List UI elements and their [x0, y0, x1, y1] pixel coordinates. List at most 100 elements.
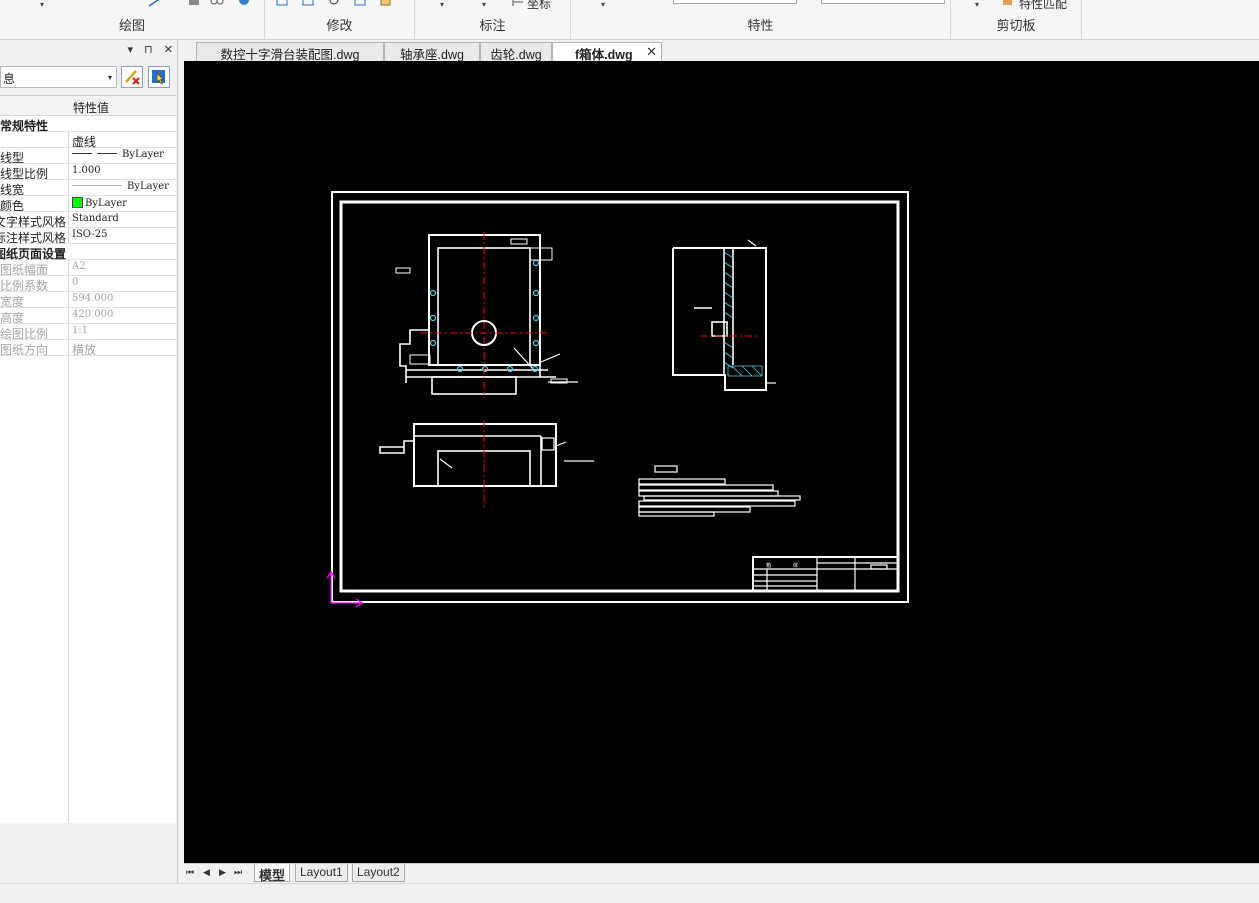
copy-tool-icon[interactable] [301, 0, 315, 7]
prev-layout-icon[interactable]: ◀ [203, 867, 210, 878]
title-block-name-a: 箱 [766, 562, 771, 569]
panel-close-icon[interactable]: ✕ [164, 44, 173, 56]
linetype-preview-icon [72, 153, 92, 154]
document-tabs: 数控十字滑台装配图.dwg 轴承座.dwg 齿轮.dwg f箱体.dwg ✕ [184, 40, 1259, 62]
property-value-text: ISO-25 [72, 229, 108, 240]
drawing-svg: 箱 体 [326, 191, 909, 608]
dimension-dropdown-arrow[interactable]: ▾ [440, 0, 444, 9]
tab-doc-bearing[interactable]: 轴承座.dwg [384, 42, 480, 62]
layout-tab-bar: ⏮ ◀ ▶ ⏭ 模型 Layout1 Layout2 [184, 863, 1259, 883]
match-properties-icon[interactable] [1001, 0, 1015, 7]
drawing-canvas[interactable]: 箱 体 [184, 61, 1259, 863]
toggle-pickadd-button[interactable] [121, 66, 143, 88]
top-view [379, 423, 594, 487]
tab-label: 模型 [259, 868, 286, 883]
ribbon-group-dimension: ▾ ▾ 坐标 标注 [415, 0, 571, 40]
property-section[interactable]: 图纸页面设置 [0, 244, 176, 261]
property-row[interactable]: 宽度 594.000 [0, 292, 176, 309]
line-tool-icon[interactable] [148, 0, 162, 7]
group-tool-icon[interactable] [210, 0, 224, 7]
property-row[interactable]: 文字样式风格 Standard [0, 212, 176, 229]
mirror-tool-icon[interactable] [353, 0, 367, 7]
coordinate-dim-icon[interactable] [511, 0, 525, 7]
region-tool-icon[interactable] [237, 0, 251, 7]
rotate-tool-icon[interactable] [327, 0, 341, 7]
property-row[interactable]: 线型比例 1.000 [0, 164, 176, 181]
properties-dropdown-arrow[interactable]: ▾ [601, 0, 605, 9]
clipboard-dropdown-arrow[interactable]: ▾ [975, 0, 979, 9]
next-layout-icon[interactable]: ▶ [219, 867, 226, 878]
hatch-tool-icon[interactable] [187, 0, 201, 7]
property-value-text: ByLayer [85, 198, 127, 209]
property-value-text: 虚线 [72, 135, 97, 149]
property-row[interactable]: 颜色 ByLayer [0, 196, 176, 213]
property-value-text: 1.000 [72, 165, 101, 176]
coordinate-dim-label[interactable]: 坐标 [527, 0, 551, 12]
property-row[interactable]: 标注样式风格 ISO-25 [0, 228, 176, 245]
tab-model[interactable]: 模型 [254, 864, 291, 883]
property-value: 594.000 [72, 293, 113, 304]
tab-layout2[interactable]: Layout2 [352, 864, 405, 882]
close-tab-icon[interactable]: ✕ [646, 44, 657, 60]
property-value-text: ByLayer [127, 181, 169, 192]
property-value: 1.000 [72, 165, 101, 176]
first-layout-icon[interactable]: ⏮ [186, 867, 194, 878]
property-value: ByLayer [72, 181, 169, 192]
chevron-down-icon: ▾ [107, 73, 112, 82]
panel-controls: ▾ ⊓ ✕ [120, 43, 173, 57]
property-row[interactable]: 绘图比例 1:1 [0, 324, 176, 341]
sheet-border [331, 191, 909, 603]
property-row[interactable]: 高度 420.000 [0, 308, 176, 325]
property-row[interactable]: 比例系数 0 [0, 276, 176, 293]
ribbon-group-properties-label: 特性 [747, 18, 774, 33]
last-layout-icon[interactable]: ⏭ [234, 867, 242, 878]
tab-label: 齿轮.dwg [490, 48, 542, 62]
dimension-dropdown-arrow-2[interactable]: ▾ [482, 0, 486, 9]
property-value: ByLayer [72, 197, 127, 209]
property-value: A2 [72, 261, 86, 272]
move-tool-icon[interactable] [275, 0, 289, 7]
property-row[interactable]: 虚线 [0, 132, 176, 149]
tab-doc-assembly[interactable]: 数控十字滑台装配图.dwg [196, 42, 384, 62]
edit-tool-icon[interactable] [379, 0, 393, 7]
ribbon-group-properties: ▾ 特性 [571, 0, 951, 40]
object-type-select[interactable]: 息 ▾ [0, 66, 117, 88]
select-objects-button[interactable] [148, 66, 170, 88]
property-value-text: Standard [72, 213, 119, 224]
ribbon-group-clipboard: ▾ 特性匹配 剪切板 [951, 0, 1082, 40]
panel-pin-icon[interactable]: ⊓ [144, 44, 153, 56]
properties-grid: 特性值 常规特性虚线 线型 ByLayer 线型比例 1.000 线宽 ByLayer 颜色 B… [0, 95, 176, 823]
property-value: 横放 [72, 341, 96, 358]
tab-doc-housing[interactable]: f箱体.dwg ✕ [552, 42, 662, 62]
property-value: ISO-25 [72, 229, 107, 240]
tab-layout1[interactable]: Layout1 [295, 864, 348, 882]
panel-menu-icon[interactable]: ▾ [128, 44, 134, 56]
property-value-text: 1:1 [72, 325, 89, 336]
color-swatch-icon [72, 197, 83, 208]
tab-label: Layout2 [357, 865, 400, 879]
property-value-text: A2 [72, 261, 86, 272]
color-combo[interactable] [673, 0, 797, 4]
select-objects-icon [152, 70, 165, 85]
property-row[interactable]: 线宽 ByLayer [0, 180, 176, 197]
property-value: Standard [72, 213, 119, 224]
property-value-text: 594.000 [72, 293, 114, 304]
draw-dropdown-arrow[interactable]: ▾ [40, 0, 44, 9]
property-value-text: ByLayer [122, 149, 164, 160]
property-value-text: 0 [72, 277, 79, 288]
property-row[interactable]: 图纸方向 横放 [0, 340, 176, 358]
linetype-combo[interactable] [821, 0, 945, 4]
match-properties-label[interactable]: 特性匹配 [1019, 0, 1067, 12]
object-type-value: 息 [3, 72, 16, 86]
property-section[interactable]: 常规特性 [0, 116, 176, 133]
property-value-text: 420.000 [72, 309, 114, 320]
property-row[interactable]: 线型 ByLayer [0, 148, 176, 165]
property-row[interactable]: 图纸幅面 A2 [0, 260, 176, 277]
tab-doc-gear[interactable]: 齿轮.dwg [480, 42, 552, 62]
ribbon-group-dimension-label: 标注 [479, 18, 506, 33]
title-block [752, 556, 899, 592]
notes-block [638, 465, 801, 517]
property-value: 0 [72, 277, 78, 288]
grid-header: 特性值 [0, 96, 176, 116]
lineweight-preview-icon [72, 185, 122, 186]
